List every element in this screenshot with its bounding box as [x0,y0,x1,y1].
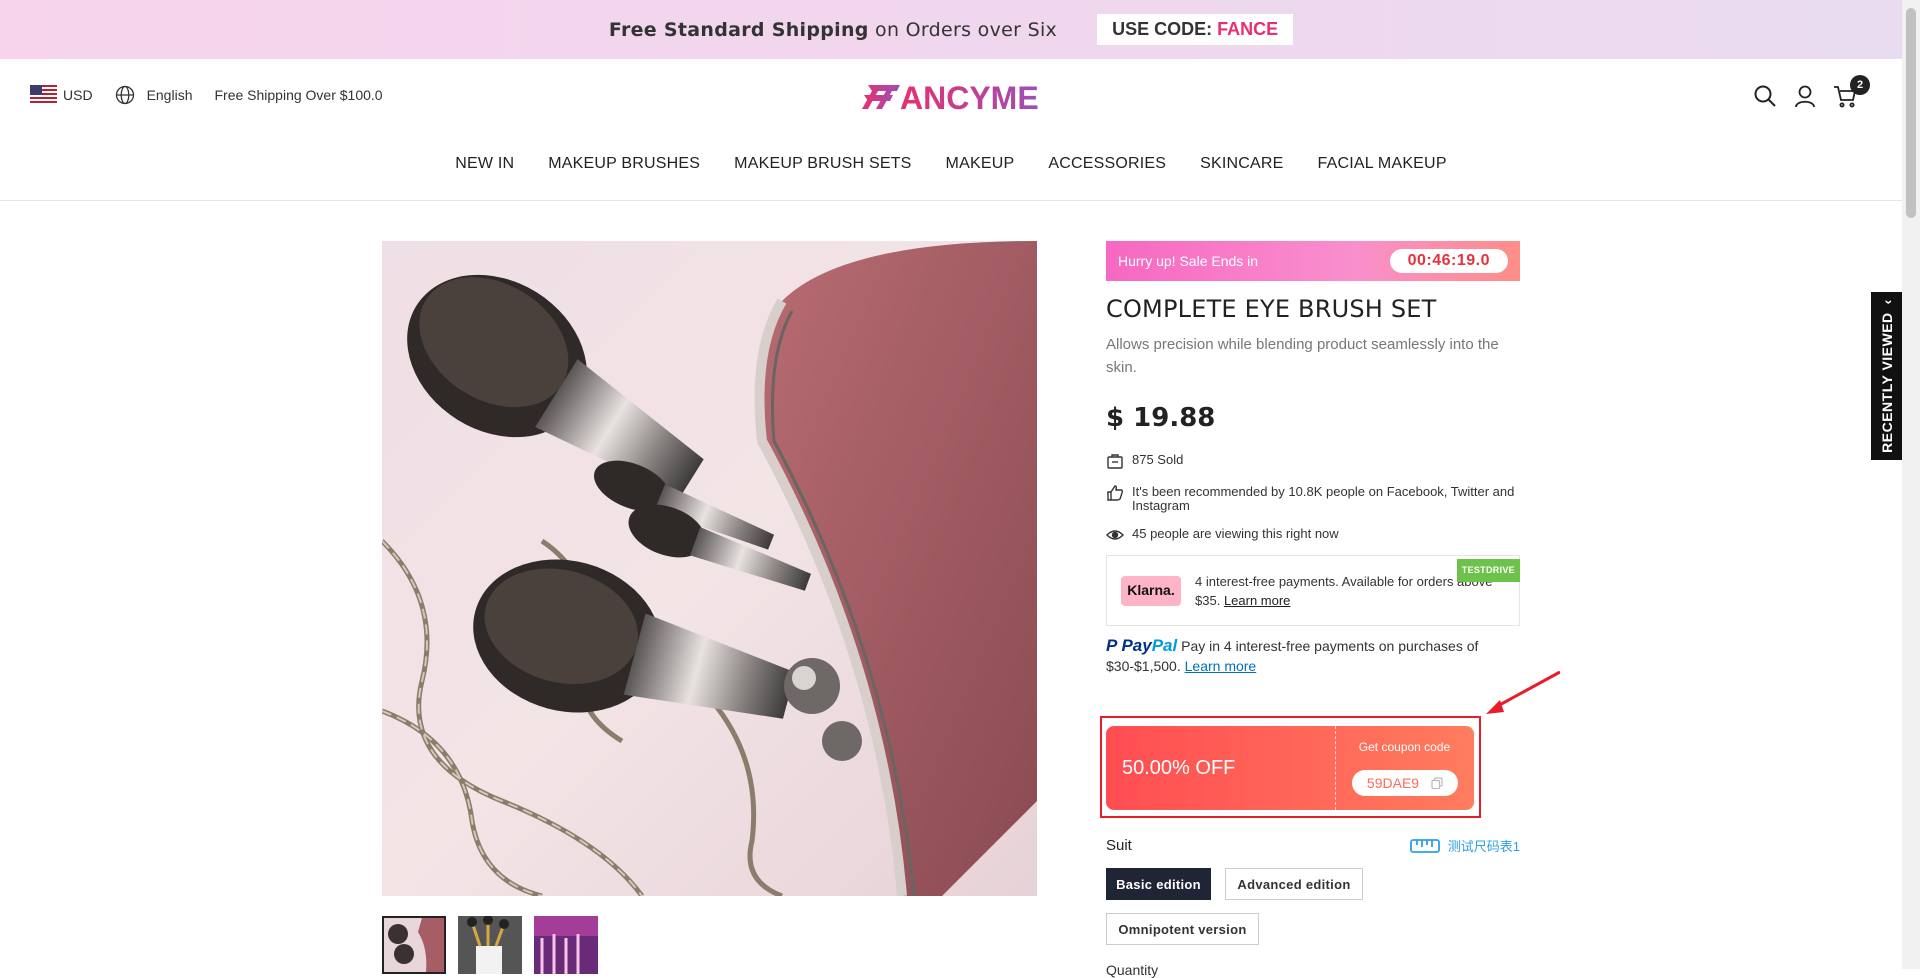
paypal-learn-more-link[interactable]: Learn more [1185,658,1257,674]
klarna-learn-more-link[interactable]: Learn more [1224,593,1290,608]
site-header: USD English Free Shipping Over $100.0 AN… [0,59,1902,201]
sale-label: Hurry up! Sale Ends in [1118,253,1259,269]
klarna-logo: Klarna. [1121,575,1181,606]
nav-item-makeup[interactable]: MAKEUP [946,155,1015,173]
product-description: Allows precision while blending product … [1106,336,1499,376]
svg-text:ANCYME: ANCYME [900,80,1039,116]
thumbnail-3[interactable] [534,916,598,974]
thumbnail-strip [382,916,610,974]
size-chart-label: 测试尺码表1 [1447,839,1520,854]
main-nav: NEW IN MAKEUP BRUSHES MAKEUP BRUSH SETS … [0,155,1902,173]
option-advanced-edition[interactable]: Advanced edition [1225,868,1363,900]
size-chart-link[interactable]: 测试尺码表1 [1409,836,1520,855]
product-price: $ 19.88 [1106,403,1216,433]
coupon-code-button[interactable]: 59DAE9 [1352,770,1458,796]
language-selector[interactable]: English [115,85,193,105]
product-info: Hurry up! Sale Ends in 00:46:19.0 COMPLE… [1106,241,1520,676]
bag-icon [1107,454,1123,469]
copy-icon [1431,777,1443,789]
product-title: COMPLETE EYE BRUSH SET [1106,295,1437,323]
chevron-up-icon: ‹ [1879,299,1895,305]
viewing-row: 45 people are viewing this right now [1106,527,1520,543]
coupon-discount: 50.00% OFF [1122,756,1236,779]
nav-item-makeup-brushes[interactable]: MAKEUP BRUSHES [548,155,700,173]
thumbnail-1-image [384,918,444,972]
cart-count-badge: 2 [1850,75,1870,95]
product-main-image[interactable] [382,241,1037,896]
announcement-text: Free Standard Shipping on Orders over Si… [608,18,1058,41]
currency-label: USD [63,87,93,103]
sold-count: 875 Sold [1132,452,1184,467]
thumbnail-1[interactable] [382,916,446,974]
thumbs-up-icon [1107,485,1124,501]
coupon-code: 59DAE9 [1366,775,1420,791]
paypal-logo: P PayPal [1106,636,1178,655]
coupon-card: 50.00% OFF Get coupon code 59DAE9 [1106,726,1474,810]
nav-item-accessories[interactable]: ACCESSORIES [1048,155,1166,173]
nav-item-skincare[interactable]: SKINCARE [1200,155,1283,173]
option-omnipotent-version[interactable]: Omnipotent version [1106,913,1259,945]
account-icon[interactable] [1792,83,1818,109]
annotation-arrow-icon [1486,670,1560,714]
thumbnail-3-image [534,916,598,974]
sold-count-row: 875 Sold [1106,453,1520,469]
recently-viewed-label: RECENTLY VIEWED [1879,312,1895,453]
coupon-label: Get coupon code [1358,740,1451,754]
search-icon[interactable] [1752,83,1778,109]
page-scrollbar[interactable] [1902,0,1920,969]
recommended-text: It's been recommended by 10.8K people on… [1132,484,1515,513]
nav-item-makeup-brush-sets[interactable]: MAKEUP BRUSH SETS [734,155,911,173]
us-flag-icon [30,85,57,105]
quantity-label: Quantity [1106,962,1159,978]
sale-countdown-bar: Hurry up! Sale Ends in 00:46:19.0 [1106,241,1520,281]
eye-icon [1106,530,1124,540]
thumbnail-2-image [458,916,522,974]
nav-item-facial-makeup[interactable]: FACIAL MAKEUP [1318,155,1447,173]
shipping-note: Free Shipping Over $100.0 [214,87,383,103]
fancyme-logo[interactable]: ANCYME [860,75,1046,117]
ruler-icon [1409,838,1440,853]
klarna-box: Klarna. 4 interest-free payments. Availa… [1106,555,1520,626]
brush-set-photo [382,241,1037,896]
suit-label: Suit [1106,837,1132,854]
currency-selector[interactable]: USD [30,85,93,105]
thumbnail-2[interactable] [458,916,522,974]
promo-code: USE CODE: FANCE [1097,14,1294,45]
nav-item-new-in[interactable]: NEW IN [455,155,514,173]
coupon-divider [1335,726,1336,810]
recently-viewed-tab[interactable]: RECENTLY VIEWED ‹ [1871,292,1903,460]
recommended-row: It's been recommended by 10.8K people on… [1106,485,1520,513]
paypal-message: P PayPal Pay in 4 interest-free payments… [1106,636,1520,676]
option-basic-edition[interactable]: Basic edition [1106,868,1211,900]
countdown-timer: 00:46:19.0 [1389,249,1508,273]
suit-row: Suit 测试尺码表1 [1106,836,1520,855]
testdrive-badge: TESTDRIVE [1456,559,1520,582]
cart-button[interactable]: 2 [1832,75,1870,109]
viewing-text: 45 people are viewing this right now [1132,526,1339,541]
globe-icon [115,85,134,105]
language-label: English [146,87,193,103]
announcement-bar: Free Standard Shipping on Orders over Si… [0,0,1902,59]
scrollbar-thumb[interactable] [1906,8,1916,218]
